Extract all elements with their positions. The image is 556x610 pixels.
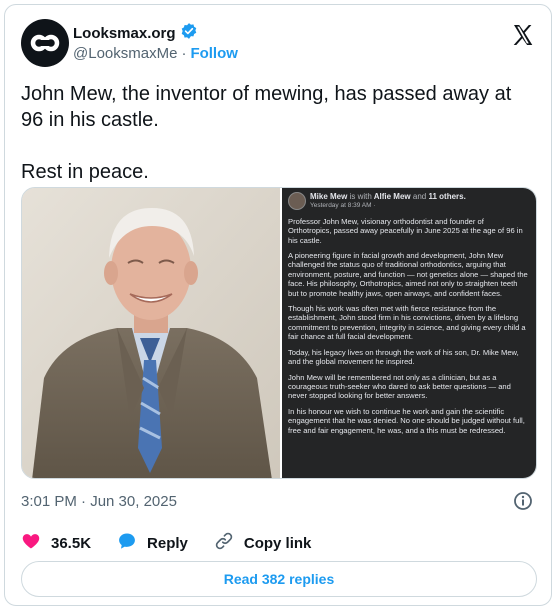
fb-paragraph: In his honour we wish to continue he wor… <box>288 406 525 435</box>
tweet-text: John Mew, the inventor of mewing, has pa… <box>21 83 512 183</box>
fb-paragraph: John Mew will be remembered not only as … <box>288 372 511 401</box>
fb-paragraph: Though his work was often met with fierc… <box>288 304 526 342</box>
read-replies-button[interactable]: Read 382 replies <box>21 561 537 597</box>
reply-button[interactable]: Reply <box>117 531 188 555</box>
fb-paragraph: Professor John Mew, visionary orthodonti… <box>288 216 523 245</box>
reply-label: Reply <box>147 534 188 552</box>
like-button[interactable]: 36.5K <box>21 531 91 555</box>
author-name-row: Looksmax.org <box>73 22 198 45</box>
link-icon <box>214 531 234 555</box>
like-count: 36.5K <box>51 534 92 552</box>
tweet-timestamp[interactable]: 3:01 PM · Jun 30, 2025 <box>21 493 177 510</box>
author-display-name[interactable]: Looksmax.org <box>73 25 176 42</box>
fb-and-text: and <box>412 192 427 201</box>
tweet-card: Looksmax.org @LooksmaxMe · Follow John M… <box>4 4 552 606</box>
fb-author-avatar <box>288 192 306 211</box>
john-mew-portrait-image[interactable] <box>22 188 280 478</box>
fb-author-line: Mike Mew is with Alfie Mew and 11 others… <box>310 192 466 201</box>
tweet-actions: 36.5K Reply Copy link <box>21 531 337 555</box>
fb-paragraph: A pioneering figure in facial growth and… <box>288 251 528 298</box>
looksmax-logo-icon[interactable] <box>21 19 69 67</box>
fb-author-name: Mike Mew <box>310 192 348 201</box>
tweet-media[interactable]: Mike Mew is with Alfie Mew and 11 others… <box>21 187 537 479</box>
separator-dot: · <box>181 45 187 62</box>
speech-bubble-icon <box>117 531 137 555</box>
author-handle[interactable]: @LooksmaxMe <box>73 45 177 62</box>
copy-link-label: Copy link <box>243 534 312 552</box>
x-logo-icon[interactable] <box>511 23 535 47</box>
verified-badge-icon <box>180 22 198 45</box>
embedded-facebook-post[interactable]: Mike Mew is with Alfie Mew and 11 others… <box>282 188 536 478</box>
fb-with-text: is with <box>349 192 372 201</box>
fb-post-header: Mike Mew is with Alfie Mew and 11 others… <box>288 192 528 211</box>
fb-paragraph: Today, his legacy lives on through the w… <box>288 347 519 367</box>
copy-link-button[interactable]: Copy link <box>214 531 312 555</box>
follow-button[interactable]: Follow <box>190 45 238 62</box>
fb-post-time: Yesterday at 8:39 AM · <box>310 202 376 210</box>
info-icon[interactable] <box>513 491 533 511</box>
heart-icon <box>21 531 41 555</box>
fb-tagged-name: Alfie Mew <box>373 192 411 201</box>
fb-others: 11 others. <box>428 192 466 201</box>
handle-row: @LooksmaxMe · Follow <box>73 45 238 62</box>
